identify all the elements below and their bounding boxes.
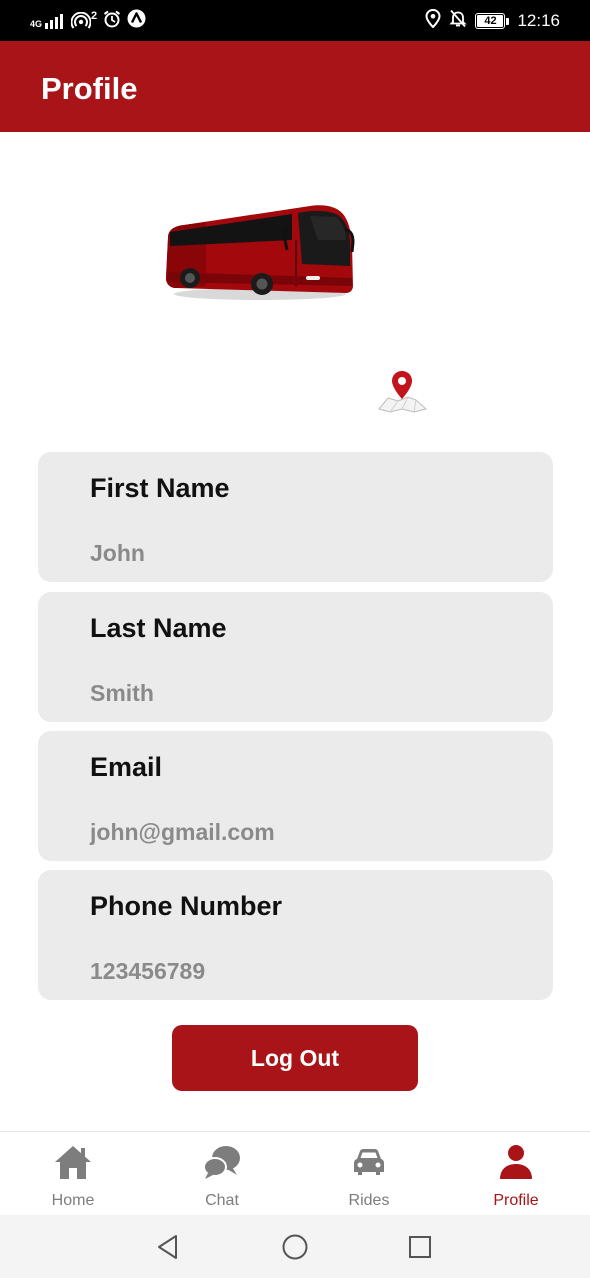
phone-number-card: Phone Number 123456789 [38, 870, 553, 1000]
map-pin-icon[interactable] [376, 369, 428, 415]
status-left: 4G 2 [30, 9, 146, 33]
hotspot-count: 2 [91, 10, 98, 22]
last-name-value: Smith [90, 680, 154, 706]
notifications-off-icon [449, 9, 468, 33]
clock: 12:16 [517, 11, 560, 30]
app-notification-icon [127, 9, 146, 33]
hotspot-icon: 2 [71, 10, 98, 30]
bottom-nav: Home Chat Rides Profile [0, 1131, 590, 1215]
nav-item-profile[interactable]: Profile [461, 1132, 571, 1216]
status-bar: 4G 2 42 12:16 [0, 0, 590, 41]
nav-item-home[interactable]: Home [18, 1132, 128, 1216]
location-icon [425, 8, 441, 33]
last-name-label: Last Name [90, 613, 227, 643]
page-title: Profile [41, 71, 138, 106]
chat-icon [202, 1142, 242, 1182]
phone-number-value: 123456789 [90, 958, 206, 984]
bus-image [160, 200, 360, 304]
nav-label-chat: Chat [205, 1192, 239, 1209]
battery-body: 42 [475, 13, 506, 29]
phone-number-label: Phone Number [90, 891, 283, 921]
nav-item-chat[interactable]: Chat [167, 1132, 277, 1216]
nav-item-rides[interactable]: Rides [314, 1132, 424, 1216]
battery-tip [506, 17, 510, 25]
back-icon[interactable] [152, 1231, 184, 1263]
nav-label-home: Home [51, 1192, 95, 1209]
app-bar: Profile [0, 41, 590, 132]
first-name-value: John [90, 540, 145, 566]
network-type-label: 4G [30, 19, 43, 29]
status-right: 42 12:16 [425, 8, 560, 33]
logout-button[interactable]: Log Out [172, 1025, 418, 1091]
signal-icon: 4G [30, 13, 65, 29]
alarm-icon [103, 10, 121, 33]
email-value: john@gmail.com [90, 819, 275, 845]
email-label: Email [90, 752, 163, 782]
home-circle-icon[interactable] [279, 1231, 311, 1263]
nav-label-profile: Profile [493, 1192, 539, 1209]
nav-label-rides: Rides [348, 1192, 390, 1209]
person-icon [496, 1142, 536, 1182]
car-icon [349, 1142, 389, 1182]
home-icon [53, 1142, 93, 1182]
recents-icon[interactable] [404, 1231, 436, 1263]
email-card: Email john@gmail.com [38, 731, 553, 861]
first-name-card: First Name John [38, 452, 553, 582]
system-nav-bar [0, 1215, 590, 1278]
battery-icon: 42 [475, 13, 510, 29]
battery-level: 42 [477, 15, 504, 27]
first-name-label: First Name [90, 473, 230, 503]
last-name-card: Last Name Smith [38, 592, 553, 722]
